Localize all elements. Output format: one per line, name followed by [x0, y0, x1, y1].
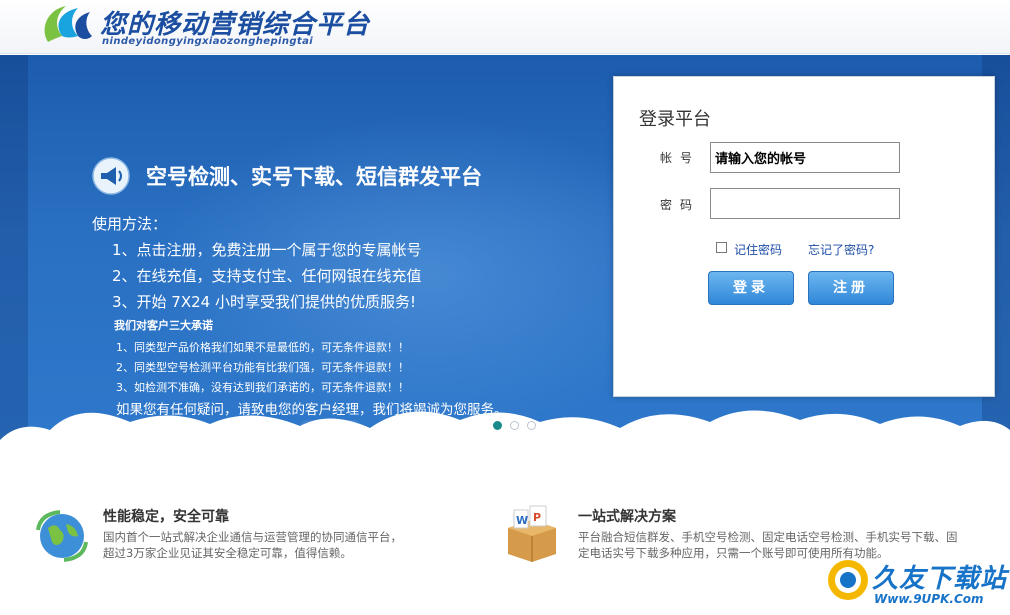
password-input[interactable]	[710, 188, 900, 219]
login-button[interactable]: 登录	[708, 271, 794, 305]
usage-step: 2、在线充值，支持支付宝、任何网银在线充值	[112, 267, 422, 285]
cloud-divider	[0, 410, 1010, 460]
remember-checkbox[interactable]	[716, 242, 727, 253]
forgot-password-link[interactable]: 忘记了密码?	[808, 241, 874, 258]
globe-arrows-icon	[36, 510, 88, 562]
banner-edge-left	[0, 55, 28, 450]
account-label: 帐号	[660, 151, 701, 165]
promise-title: 我们对客户三大承诺	[114, 319, 213, 332]
login-title: 登录平台	[639, 109, 711, 130]
usage-step: 3、开始 7X24 小时享受我们提供的优质服务!	[112, 293, 417, 311]
feature-desc: 平台融合短信群发、手机空号检测、固定电话空号检测、手机实号下载、固	[578, 530, 958, 544]
remember-label[interactable]: 记住密码	[734, 241, 782, 258]
carousel-dot-3[interactable]	[527, 421, 536, 430]
password-label: 密码	[660, 198, 701, 212]
login-panel: 登录平台 帐号 请输入您的帐号 密码 记住密码 忘记了密码? 登录 注册	[613, 76, 995, 397]
watermark-url: Www.9UPK.Com	[874, 592, 984, 606]
svg-text:W: W	[516, 514, 528, 527]
site-subtitle: nindeyidongyingxiaozonghepingtai	[102, 36, 314, 47]
usage-step: 1、点击注册，免费注册一个属于您的专属帐号	[112, 241, 422, 259]
promise-item: 3、如检测不准确，没有达到我们承诺的，可无条件退款！！	[116, 381, 409, 394]
banner-headline: 空号检测、实号下载、短信群发平台	[146, 165, 482, 189]
watermark-text: 久友下载站	[872, 564, 1008, 594]
register-button[interactable]: 注册	[808, 271, 894, 305]
account-input[interactable]: 请输入您的帐号	[710, 142, 900, 173]
feature-title: 一站式解决方案	[578, 509, 676, 525]
promise-item: 2、同类型空号检测平台功能有比我们强，可无条件退款！！	[116, 361, 409, 374]
usage-title: 使用方法：	[92, 215, 168, 233]
promise-item: 1、同类型产品价格我们如果不是最低的，可无条件退款！！	[116, 341, 409, 354]
carousel-dot-1[interactable]	[493, 421, 502, 430]
feature-desc: 国内首个一站式解决企业通信与运营管理的协同通信平台，	[103, 530, 402, 544]
feature-title: 性能稳定，安全可靠	[103, 509, 229, 525]
office-box-icon: W P	[508, 505, 556, 562]
header: 您的移动营销综合平台 nindeyidongyingxiaozongheping…	[0, 0, 1010, 54]
page: 您的移动营销综合平台 nindeyidongyingxiaozongheping…	[0, 0, 1010, 615]
watermark-logo-icon	[828, 560, 868, 600]
svg-text:P: P	[533, 511, 541, 524]
carousel-dot-2[interactable]	[510, 421, 519, 430]
megaphone-icon	[92, 157, 130, 195]
brand-logo-icon	[44, 6, 92, 42]
feature-desc: 超过3万家企业见证其安全稳定可靠，值得信赖。	[103, 546, 352, 560]
